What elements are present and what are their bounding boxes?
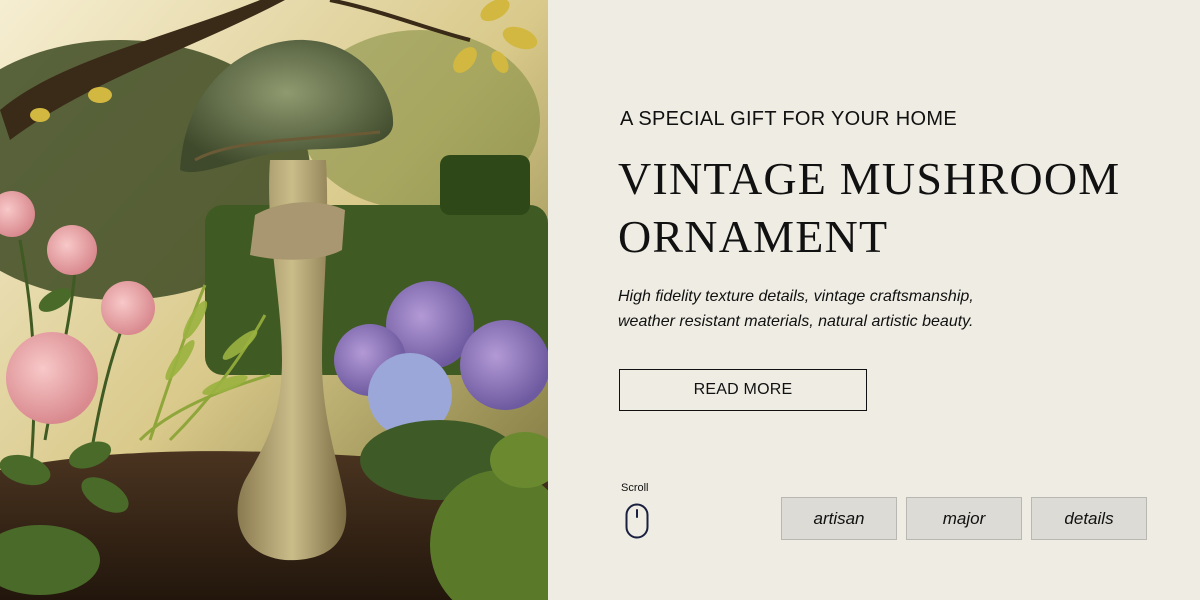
tag-list: artisan major details [781, 497, 1147, 540]
hero-title: VINTAGE MUSHROOM ORNAMENT [618, 153, 1121, 262]
description-line-2: weather resistant materials, natural art… [618, 313, 974, 330]
tag-details[interactable]: details [1031, 497, 1147, 540]
tag-major[interactable]: major [906, 497, 1022, 540]
read-more-button[interactable]: READ MORE [619, 369, 867, 411]
mouse-scroll-icon[interactable] [625, 503, 649, 539]
hero-panel: A SPECIAL GIFT FOR YOUR HOME VINTAGE MUS… [548, 0, 1200, 600]
description-line-1: High fidelity texture details, vintage c… [618, 288, 974, 305]
hero-description: High fidelity texture details, vintage c… [618, 284, 1038, 334]
hero-kicker: A SPECIAL GIFT FOR YOUR HOME [620, 108, 957, 130]
tag-artisan[interactable]: artisan [781, 497, 897, 540]
scroll-label: Scroll [621, 482, 649, 494]
product-photo [0, 0, 548, 600]
